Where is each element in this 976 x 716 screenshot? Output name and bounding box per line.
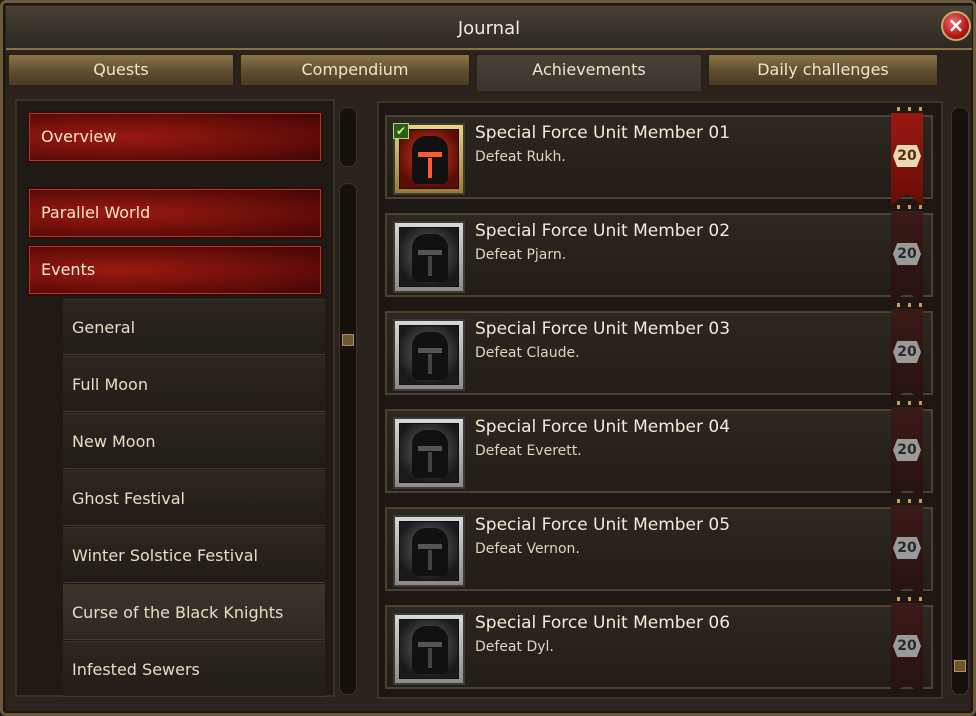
achievement-list: ✔ Special Force Unit Member 01 Defeat Ru… <box>377 101 943 699</box>
banner-studs <box>897 303 927 307</box>
helmet-icon <box>412 528 448 576</box>
sidebar-item-overview[interactable]: Overview <box>27 111 323 163</box>
achievement-title: Special Force Unit Member 02 <box>475 221 731 241</box>
points-value: 20 <box>893 145 921 167</box>
achievement-row[interactable]: Special Force Unit Member 04 Defeat Ever… <box>385 407 933 499</box>
banner-studs <box>897 499 927 503</box>
window-title: Journal <box>6 6 972 50</box>
achievement-icon <box>393 417 465 489</box>
sidebar-item-curse-of-the-black-knights[interactable]: Curse of the Black Knights <box>63 584 325 640</box>
points-value: 20 <box>893 537 921 559</box>
achievement-icon <box>393 515 465 587</box>
achievement-icon <box>393 613 465 685</box>
points-banner: 20 <box>891 407 923 499</box>
achievement-title: Special Force Unit Member 03 <box>475 319 731 339</box>
achievement-title: Special Force Unit Member 01 <box>475 123 731 143</box>
achievement-icon <box>393 319 465 391</box>
tab-quests[interactable]: Quests <box>7 53 235 87</box>
points-banner: 20 <box>891 113 923 205</box>
achievement-description: Defeat Rukh. <box>475 149 566 165</box>
points-value: 20 <box>893 341 921 363</box>
achievement-description: Defeat Pjarn. <box>475 247 567 263</box>
achievement-description: Defeat Claude. <box>475 345 580 361</box>
category-scrollbar[interactable] <box>339 183 357 695</box>
achievement-description: Defeat Vernon. <box>475 541 580 557</box>
achievement-title: Special Force Unit Member 04 <box>475 417 731 437</box>
points-value: 20 <box>893 635 921 657</box>
banner-studs <box>897 205 927 209</box>
achievement-scrollbar[interactable] <box>951 107 969 695</box>
sidebar-item-parallel-world[interactable]: Parallel World <box>27 187 323 239</box>
achievement-title: Special Force Unit Member 06 <box>475 613 731 633</box>
banner-studs <box>897 401 927 405</box>
tab-daily-challenges[interactable]: Daily challenges <box>707 53 939 87</box>
achievement-description: Defeat Everett. <box>475 443 582 459</box>
helmet-icon <box>412 136 448 184</box>
sidebar-item-new-moon[interactable]: New Moon <box>63 413 325 469</box>
close-x-icon[interactable]: × <box>941 11 971 41</box>
sidebar-item-full-moon[interactable]: Full Moon <box>63 356 325 412</box>
achievement-row[interactable]: Special Force Unit Member 02 Defeat Pjar… <box>385 211 933 303</box>
achievement-row[interactable]: ✔ Special Force Unit Member 01 Defeat Ru… <box>385 113 933 205</box>
achievement-description: Defeat Dyl. <box>475 639 554 655</box>
tab-achievements[interactable]: Achievements <box>475 53 703 91</box>
points-banner: 20 <box>891 505 923 597</box>
achievement-scroll-thumb[interactable] <box>954 660 966 672</box>
points-banner: 20 <box>891 603 923 695</box>
banner-studs <box>897 597 927 601</box>
points-banner: 20 <box>891 211 923 303</box>
points-banner: 20 <box>891 309 923 401</box>
overview-scrollbar[interactable] <box>339 107 357 167</box>
achievement-row[interactable]: Special Force Unit Member 03 Defeat Clau… <box>385 309 933 401</box>
helmet-icon <box>412 430 448 478</box>
helmet-icon <box>412 234 448 282</box>
sidebar-item-winter-solstice-festival[interactable]: Winter Solstice Festival <box>63 527 325 583</box>
tab-compendium[interactable]: Compendium <box>239 53 471 87</box>
checkmark-icon: ✔ <box>393 123 409 139</box>
points-value: 20 <box>893 243 921 265</box>
sidebar-item-general[interactable]: General <box>63 299 325 355</box>
achievement-icon <box>393 221 465 293</box>
banner-studs <box>897 107 927 111</box>
achievement-title: Special Force Unit Member 05 <box>475 515 731 535</box>
journal-window: Journal × Quests Compendium Achievements… <box>0 0 976 716</box>
achievement-row[interactable]: Special Force Unit Member 05 Defeat Vern… <box>385 505 933 597</box>
points-value: 20 <box>893 439 921 461</box>
helmet-icon <box>412 332 448 380</box>
sidebar-item-infested-sewers[interactable]: Infested Sewers <box>63 641 325 697</box>
category-panel: Overview Parallel World Events General F… <box>15 99 335 697</box>
achievement-row[interactable]: Special Force Unit Member 06 Defeat Dyl.… <box>385 603 933 695</box>
tab-bar: Quests Compendium Achievements Daily cha… <box>7 53 973 91</box>
sidebar-item-events[interactable]: Events <box>27 244 323 296</box>
helmet-icon <box>412 626 448 674</box>
sidebar-item-ghost-festival[interactable]: Ghost Festival <box>63 470 325 526</box>
category-scroll-thumb[interactable] <box>342 334 354 346</box>
achievement-icon: ✔ <box>393 123 465 195</box>
